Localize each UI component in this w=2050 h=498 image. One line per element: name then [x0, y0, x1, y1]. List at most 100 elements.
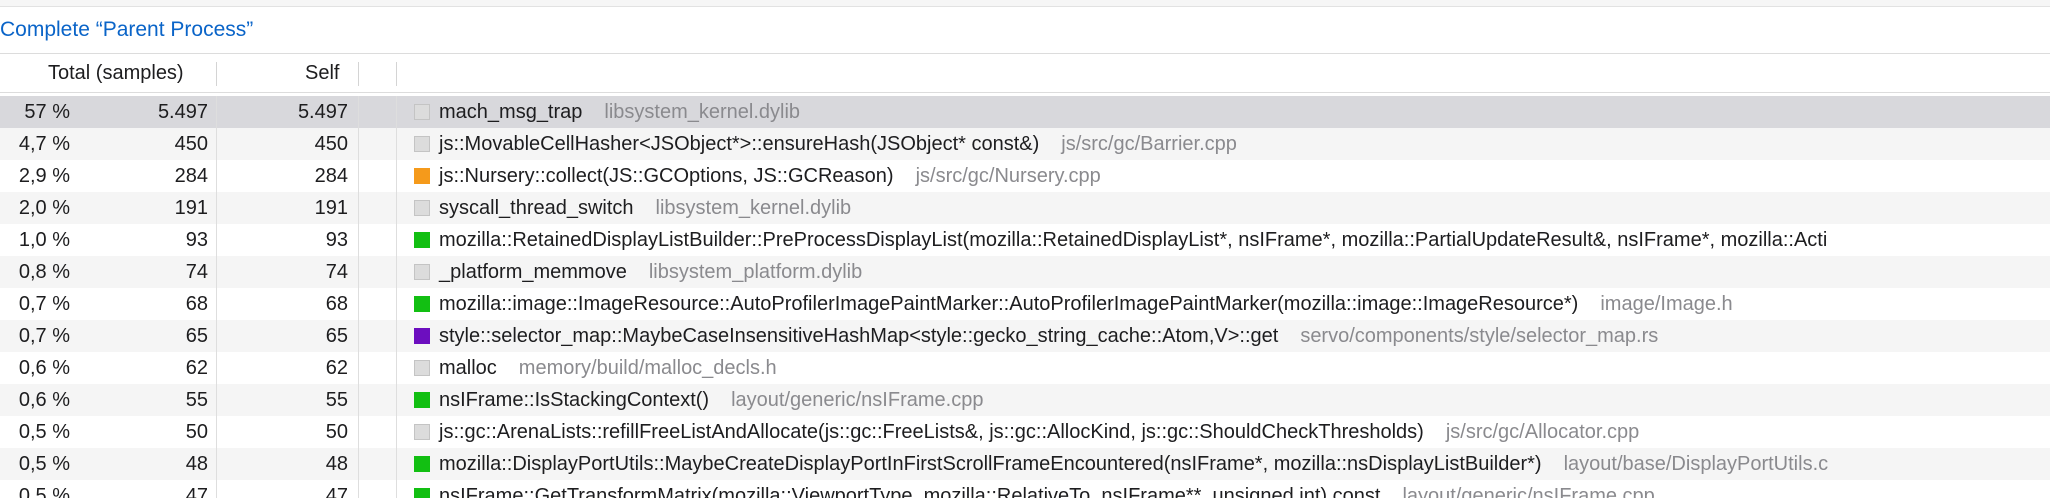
column-divider — [358, 480, 359, 498]
column-divider — [358, 160, 359, 192]
table-row[interactable]: 0,6 % 55 55 nsIFrame::IsStackingContext() la… — [0, 384, 2050, 416]
category-swatch-icon — [414, 296, 430, 312]
function-origin: libsystem_kernel.dylib — [604, 101, 801, 123]
column-divider — [396, 128, 397, 160]
column-divider — [396, 224, 397, 256]
total-percent-cell: 0,6 % — [18, 357, 70, 379]
table-row[interactable]: 4,7 % 450 450 js::MovableCellHasher<JSObjec… — [0, 128, 2050, 160]
total-samples-cell: 191 — [174, 197, 208, 219]
self-samples-cell: 191 — [314, 197, 348, 219]
column-divider — [216, 128, 217, 160]
column-divider — [216, 384, 217, 416]
column-divider[interactable] — [396, 62, 397, 86]
self-samples-cell: 68 — [325, 293, 348, 315]
total-percent-cell: 0,5 % — [18, 453, 70, 475]
total-samples-cell: 55 — [185, 389, 208, 411]
column-divider — [216, 192, 217, 224]
top-toolbar-edge — [0, 0, 2050, 7]
column-divider — [358, 192, 359, 224]
function-cell: nsIFrame::IsStackingContext() layout/gene… — [414, 384, 983, 416]
function-origin: servo/components/style/selector_map.rs — [1300, 325, 1659, 347]
function-cell: mach_msg_trap libsystem_kernel.dylib — [414, 96, 800, 128]
total-samples-cell: 65 — [185, 325, 208, 347]
breadcrumb-bar: Complete “Parent Process” — [0, 7, 2050, 54]
function-origin: layout/generic/nsIFrame.cpp — [731, 389, 984, 411]
column-divider — [396, 288, 397, 320]
function-cell: malloc memory/build/malloc_decls.h — [414, 352, 777, 384]
category-swatch-icon — [414, 328, 430, 344]
column-divider — [396, 448, 397, 480]
column-divider — [216, 320, 217, 352]
column-header-self[interactable]: Self — [305, 54, 339, 92]
category-swatch-icon — [414, 488, 430, 498]
call-tree-rows: 57 % 5.497 5.497 mach_msg_trap libsystem_ker… — [0, 96, 2050, 498]
table-row[interactable]: 0,8 % 74 74 _platform_memmove libsystem_plat… — [0, 256, 2050, 288]
column-divider — [216, 96, 217, 128]
table-row[interactable]: 57 % 5.497 5.497 mach_msg_trap libsystem_ker… — [0, 96, 2050, 128]
function-origin: layout/generic/nsIFrame.cpp — [1402, 485, 1655, 498]
table-row[interactable]: 0,6 % 62 62 malloc memory/build/malloc_decls… — [0, 352, 2050, 384]
tree-header: Total (samples) Self — [0, 54, 2050, 93]
function-cell: js::Nursery::collect(JS::GCOptions, JS::… — [414, 160, 1101, 192]
category-swatch-icon — [414, 360, 430, 376]
column-divider — [358, 256, 359, 288]
total-samples-cell: 284 — [174, 165, 208, 187]
function-origin: libsystem_kernel.dylib — [655, 197, 852, 219]
column-divider — [396, 96, 397, 128]
self-samples-cell: 74 — [325, 261, 348, 283]
function-name: style::selector_map::MaybeCaseInsensitiv… — [439, 325, 1279, 347]
function-origin: memory/build/malloc_decls.h — [518, 357, 777, 379]
total-percent-cell: 0,7 % — [18, 293, 70, 315]
column-divider — [396, 320, 397, 352]
column-divider — [216, 160, 217, 192]
total-percent-cell: 1,0 % — [18, 229, 70, 251]
column-divider — [216, 448, 217, 480]
total-samples-cell: 48 — [185, 453, 208, 475]
total-percent-cell: 2,0 % — [18, 197, 70, 219]
table-row[interactable]: 0,5 % 47 47 nsIFrame::GetTransformMatrix(mo… — [0, 480, 2050, 498]
column-divider — [358, 128, 359, 160]
self-samples-cell: 65 — [325, 325, 348, 347]
function-name: mozilla::image::ImageResource::AutoProfi… — [439, 293, 1579, 315]
column-header-total[interactable]: Total (samples) — [48, 54, 184, 92]
column-divider[interactable] — [358, 62, 359, 86]
table-row[interactable]: 0,7 % 65 65 style::selector_map::MaybeCaseI… — [0, 320, 2050, 352]
column-divider — [216, 416, 217, 448]
function-cell: syscall_thread_switch libsystem_kernel.dy… — [414, 192, 851, 224]
function-name: _platform_memmove — [439, 261, 627, 283]
column-divider — [358, 224, 359, 256]
function-cell: js::MovableCellHasher<JSObject*>::ensure… — [414, 128, 1237, 160]
table-row[interactable]: 0,5 % 50 50 js::gc::ArenaLists::refillFreeL… — [0, 416, 2050, 448]
self-samples-cell: 5.497 — [297, 101, 348, 123]
function-cell: style::selector_map::MaybeCaseInsensitiv… — [414, 320, 1658, 352]
function-origin: image/Image.h — [1600, 293, 1733, 315]
breadcrumb-root-link[interactable]: Complete “Parent Process” — [0, 18, 253, 42]
function-cell: js::gc::ArenaLists::refillFreeListAndAll… — [414, 416, 1639, 448]
function-name: malloc — [439, 357, 497, 379]
self-samples-cell: 50 — [325, 421, 348, 443]
table-row[interactable]: 0,7 % 68 68 mozilla::image::ImageResource::… — [0, 288, 2050, 320]
table-row[interactable]: 2,9 % 284 284 js::Nursery::collect(JS::GCOp… — [0, 160, 2050, 192]
total-percent-cell: 0,5 % — [18, 485, 70, 498]
column-divider — [216, 256, 217, 288]
total-samples-cell: 74 — [185, 261, 208, 283]
table-row[interactable]: 0,5 % 48 48 mozilla::DisplayPortUtils::Mayb… — [0, 448, 2050, 480]
table-row[interactable]: 1,0 % 93 93 mozilla::RetainedDisplayListBui… — [0, 224, 2050, 256]
total-samples-cell: 93 — [185, 229, 208, 251]
function-origin: layout/base/DisplayPortUtils.c — [1563, 453, 1829, 475]
function-name: js::gc::ArenaLists::refillFreeListAndAll… — [439, 421, 1424, 443]
total-percent-cell: 0,5 % — [18, 421, 70, 443]
column-divider — [396, 416, 397, 448]
category-swatch-icon — [414, 424, 430, 440]
function-name: mozilla::DisplayPortUtils::MaybeCreateDi… — [439, 453, 1542, 475]
column-divider — [216, 288, 217, 320]
column-divider — [358, 96, 359, 128]
column-divider — [358, 320, 359, 352]
column-divider — [396, 160, 397, 192]
table-row[interactable]: 2,0 % 191 191 syscall_thread_switch libsyste… — [0, 192, 2050, 224]
column-divider — [358, 352, 359, 384]
total-percent-cell: 2,9 % — [18, 165, 70, 187]
call-tree-panel: Complete “Parent Process” Total (samples… — [0, 0, 2050, 498]
self-samples-cell: 55 — [325, 389, 348, 411]
column-divider[interactable] — [216, 62, 217, 86]
